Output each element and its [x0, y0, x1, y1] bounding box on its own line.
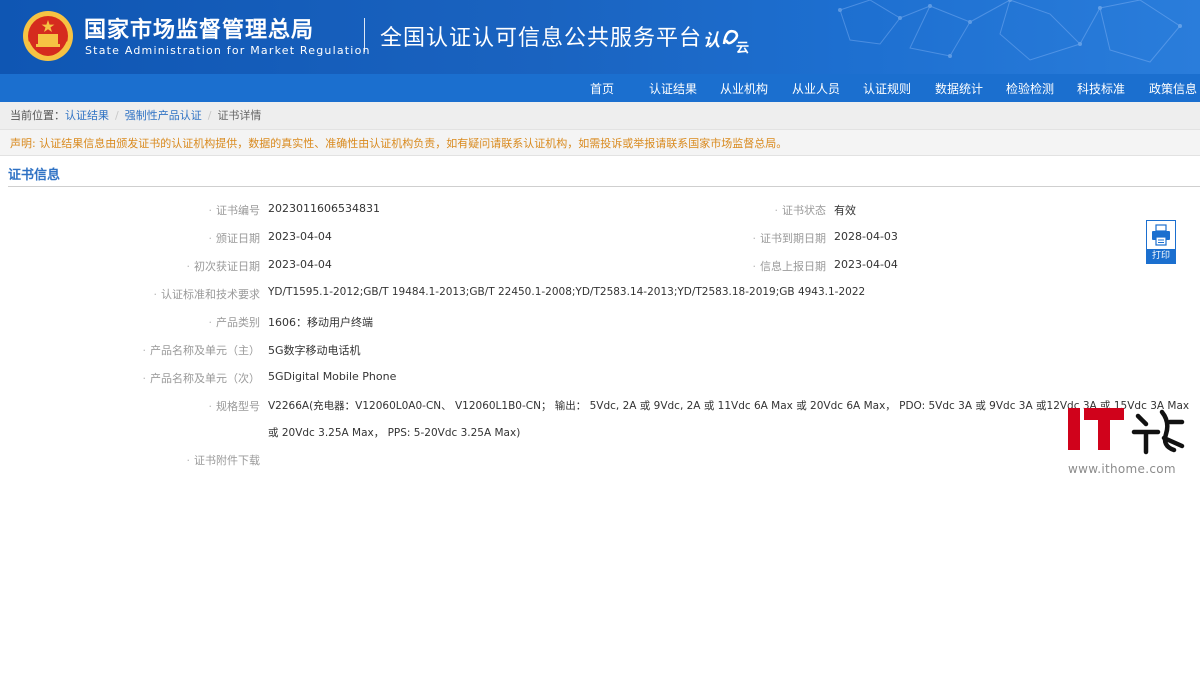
nav-testing[interactable]: 检验检测	[1006, 80, 1054, 97]
value-standards: YD/T1595.1-2012;GB/T 19484.1-2013;GB/T 2…	[268, 286, 866, 298]
value-model-line1: V2266A(充电器：V12060L0A0-CN、 V12060L1B0-CN；…	[268, 400, 1190, 412]
breadcrumb-separator: /	[115, 109, 119, 122]
breadcrumb-cert-results[interactable]: 认证结果	[65, 109, 109, 122]
network-pattern-decoration	[838, 0, 1182, 63]
value-model-line2: 或 20Vdc 3.25A Max， PPS: 5-20Vdc 3.25A Ma…	[268, 427, 521, 439]
print-button[interactable]: 打印	[1146, 220, 1176, 264]
renyiyun-logo-icon: 认 云	[703, 29, 749, 56]
label-model: 规格型号	[209, 398, 260, 414]
section-divider	[8, 186, 1200, 187]
value-report-date: 2023-04-04	[834, 258, 898, 271]
label-name-sub: 产品名称及单元（次）	[143, 370, 260, 386]
print-label: 打印	[1147, 249, 1175, 263]
breadcrumb-prefix: 当前位置：	[10, 109, 65, 122]
value-first-date: 2023-04-04	[268, 258, 332, 271]
nav-policy[interactable]: 政策信息	[1149, 80, 1197, 97]
org-name-en: State Administration for Market Regulati…	[85, 44, 371, 57]
label-expire-date: 证书到期日期	[753, 230, 826, 246]
breadcrumb-current: 证书详情	[217, 109, 262, 122]
section-title: 证书信息	[8, 168, 61, 183]
svg-text:云: 云	[736, 41, 749, 56]
label-issue-date: 颁证日期	[209, 230, 260, 246]
value-name-main: 5G数字移动电话机	[268, 344, 361, 357]
org-name-cn: 国家市场监督管理总局	[84, 18, 315, 43]
label-name-main: 产品名称及单元（主）	[143, 342, 260, 358]
breadcrumb: 当前位置：认证结果 / 强制性产品认证 / 证书详情	[0, 102, 1200, 129]
label-attachment-download[interactable]: 证书附件下载	[187, 452, 260, 468]
svg-text:认: 认	[703, 31, 720, 51]
label-report-date: 信息上报日期	[753, 258, 826, 274]
disclaimer-notice: 声明: 认证结果信息由颁发证书的认证机构提供，数据的真实性、准确性由认证机构负责…	[0, 129, 1200, 156]
label-standards: 认证标准和技术要求	[154, 286, 260, 302]
value-name-sub: 5GDigital Mobile Phone	[268, 370, 397, 383]
main-nav: 首页 认证结果 从业机构 从业人员 认证规则 数据统计 检验检测 科技标准 政策…	[0, 74, 1200, 102]
label-status: 证书状态	[775, 202, 826, 218]
label-category: 产品类别	[209, 314, 260, 330]
watermark-url: www.ithome.com	[1068, 462, 1176, 476]
value-issue-date: 2023-04-04	[268, 230, 332, 243]
site-header: 国家市场监督管理总局 State Administration for Mark…	[0, 0, 1200, 74]
nav-home[interactable]: 首页	[590, 80, 614, 97]
nav-rules[interactable]: 认证规则	[863, 80, 911, 97]
value-cert-no: 2023011606534831	[268, 202, 380, 215]
platform-title: 全国认证认可信息公共服务平台	[380, 26, 703, 51]
national-emblem-icon	[23, 11, 73, 61]
label-cert-no: 证书编号	[209, 202, 260, 218]
nav-cert-results[interactable]: 认证结果	[649, 80, 697, 97]
breadcrumb-separator: /	[207, 109, 212, 122]
printer-icon	[1152, 224, 1170, 246]
nav-institutions[interactable]: 从业机构	[720, 80, 768, 97]
header-divider	[364, 18, 365, 52]
value-expire-date: 2028-04-03	[834, 230, 898, 243]
nav-standards[interactable]: 科技标准	[1077, 80, 1125, 97]
label-first-date: 初次获证日期	[187, 258, 260, 274]
nav-personnel[interactable]: 从业人员	[792, 80, 840, 97]
value-status: 有效	[834, 204, 856, 217]
breadcrumb-ccc[interactable]: 强制性产品认证	[125, 109, 202, 122]
nav-statistics[interactable]: 数据统计	[935, 80, 983, 97]
value-category: 1606：移动用户终端	[268, 316, 373, 329]
